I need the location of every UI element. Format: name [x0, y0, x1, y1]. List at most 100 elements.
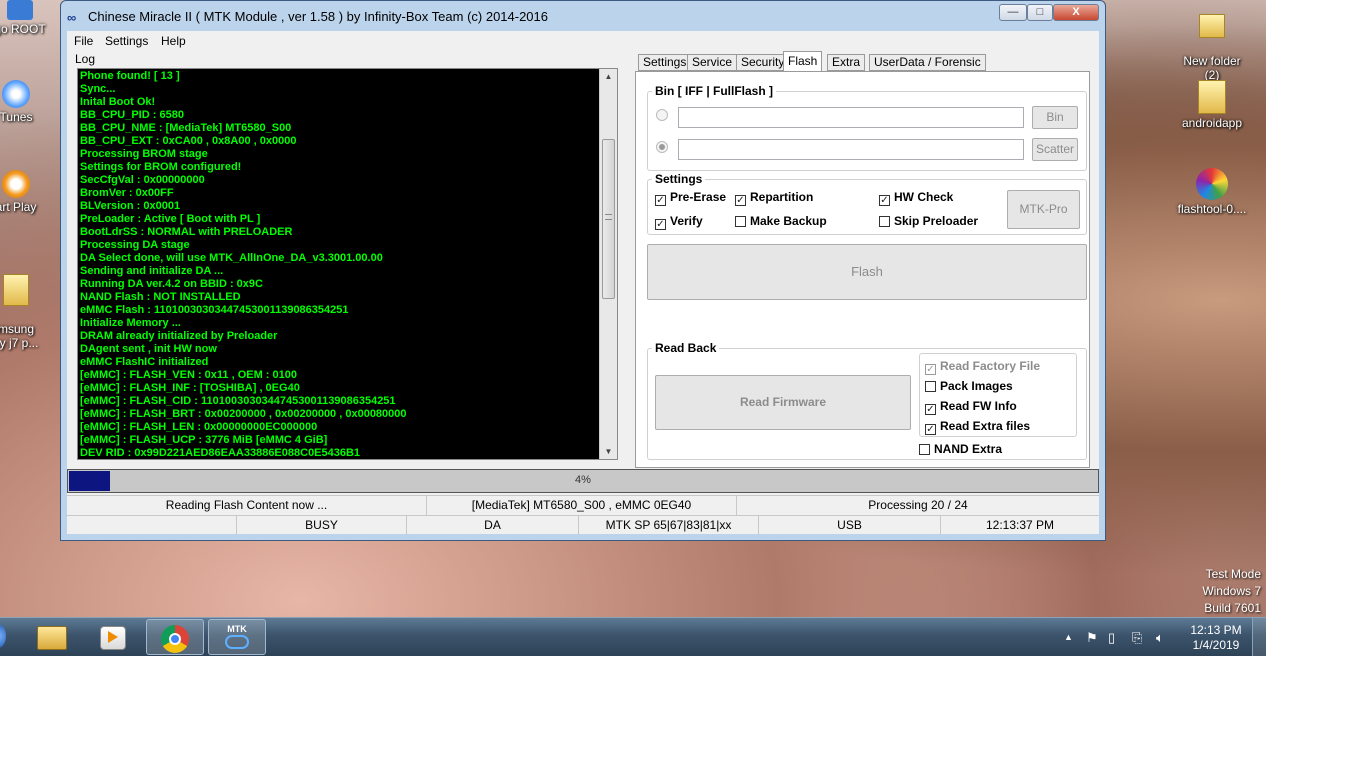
- mtk-pro-button[interactable]: MTK-Pro: [1007, 190, 1080, 229]
- clock-time: 12:13 PM: [1190, 623, 1242, 637]
- pre-erase-checkbox[interactable]: ✓ Pre-Erase: [655, 190, 726, 206]
- action-center-flag-icon[interactable]: ⚑: [1086, 630, 1098, 646]
- volume-icon[interactable]: 🔈︎: [1156, 630, 1164, 646]
- tab-settings[interactable]: Settings: [638, 54, 692, 71]
- desktop-icon-label: Tunes: [0, 110, 33, 124]
- log-panel[interactable]: Phone found! [ 13 ] Sync... Inital Boot Ok…: [77, 68, 618, 460]
- app-icon: ∞: [67, 10, 77, 25]
- desktop-icon-label: flashtool-0....: [1177, 202, 1247, 216]
- scroll-thumb[interactable]: [602, 139, 615, 299]
- status-empty: [67, 516, 237, 535]
- play-icon: [108, 631, 118, 643]
- window-client: File Settings Help Log Phone found! [ 13…: [67, 31, 1099, 535]
- menu-file[interactable]: File: [74, 34, 93, 48]
- checkbox-box: ✓: [925, 404, 936, 415]
- desktop-icon-new-folder[interactable]: New folder (2): [1172, 0, 1252, 82]
- skip-preloader-checkbox[interactable]: Skip Preloader: [879, 214, 978, 228]
- bin-radio[interactable]: [656, 109, 668, 121]
- itunes-icon: [2, 80, 30, 108]
- read-back-group: Read Back Read Firmware ✓ Read Factory Fi…: [647, 341, 1087, 460]
- hw-check-checkbox[interactable]: ✓ HW Check: [879, 190, 953, 206]
- status-processing: Processing 20 / 24: [868, 498, 968, 512]
- log-line: [eMMC] : FLASH_UCP : 3776 MiB [eMMC 4 Gi…: [80, 434, 328, 446]
- desktop-icon-goroot[interactable]: go ROOT: [0, 0, 50, 36]
- log-line: BB_CPU_EXT : 0xCA00 , 0x8A00 , 0x0000: [80, 135, 297, 147]
- desktop: go ROOT Tunes art Play msung xy j7 p... …: [0, 0, 1266, 656]
- desktop-icon-flashtool[interactable]: flashtool-0....: [1172, 168, 1252, 216]
- read-firmware-button[interactable]: Read Firmware: [655, 375, 911, 430]
- show-desktop-button[interactable]: [1252, 618, 1266, 656]
- nand-extra-checkbox[interactable]: NAND Extra: [919, 442, 1002, 456]
- desktop-icon-label: New folder (2): [1183, 54, 1241, 82]
- verify-checkbox[interactable]: ✓ Verify: [655, 214, 703, 230]
- tab-extra[interactable]: Extra: [827, 54, 866, 71]
- status-bar-primary: Reading Flash Content now ... [MediaTek]…: [67, 495, 1099, 516]
- taskbar-explorer[interactable]: [22, 619, 80, 655]
- read-factory-file-checkbox[interactable]: ✓ Read Factory File: [925, 359, 1040, 375]
- taskbar-mtk[interactable]: MTK: [208, 619, 266, 655]
- status-device: [MediaTek] MT6580_S00 , eMMC 0EG40: [427, 496, 737, 515]
- log-line: BootLdrSS : NORMAL with PRELOADER: [80, 226, 293, 238]
- tab-security[interactable]: Security: [736, 54, 790, 71]
- log-line: eMMC FlashIC initialized: [80, 356, 209, 368]
- checkbox-label: NAND Extra: [934, 442, 1003, 456]
- log-line: [eMMC] : FLASH_LEN : 0x00000000EC000000: [80, 421, 318, 433]
- log-line: NAND Flash : NOT INSTALLED: [80, 291, 241, 303]
- desktop-icon-label: art Play: [0, 200, 37, 214]
- read-extra-files-checkbox[interactable]: ✓ Read Extra files: [925, 419, 1030, 435]
- play-icon: [2, 170, 30, 198]
- menu-settings[interactable]: Settings: [105, 34, 148, 48]
- flash-button[interactable]: Flash: [647, 244, 1087, 300]
- maximize-button[interactable]: □: [1027, 4, 1053, 21]
- make-backup-checkbox[interactable]: Make Backup: [735, 214, 827, 228]
- close-button[interactable]: X: [1053, 4, 1099, 21]
- device-icon[interactable]: ▯: [1108, 630, 1115, 646]
- mtk-logo: [225, 635, 249, 649]
- log-line: BLVersion : 0x0001: [80, 200, 181, 212]
- tab-service[interactable]: Service: [687, 54, 738, 71]
- scatter-radio[interactable]: [656, 141, 668, 153]
- read-fw-info-checkbox[interactable]: ✓ Read FW Info: [925, 399, 1017, 415]
- log-line: Inital Boot Ok!: [80, 96, 156, 108]
- taskbar-media-player[interactable]: [83, 619, 141, 655]
- scatter-path-input[interactable]: [678, 139, 1024, 160]
- menu-help[interactable]: Help: [161, 34, 186, 48]
- progress-bar: 4%: [67, 469, 1099, 493]
- network-icon[interactable]: ⎘: [1132, 630, 1142, 646]
- start-button[interactable]: [0, 624, 6, 648]
- title-bar[interactable]: ∞ Chinese Miracle II ( MTK Module , ver …: [61, 1, 1105, 31]
- scroll-up-icon[interactable]: ▲: [600, 72, 617, 81]
- taskbar-chrome[interactable]: [146, 619, 204, 655]
- tray-show-hidden-icon[interactable]: ▲: [1064, 632, 1073, 642]
- settings-group-label: Settings: [652, 172, 706, 186]
- taskbar-clock[interactable]: 12:13 PM 1/4/2019: [1186, 623, 1246, 653]
- folder-icon: [1199, 14, 1225, 38]
- bin-path-input[interactable]: [678, 107, 1024, 128]
- log-line: Initialize Memory ...: [80, 317, 181, 329]
- pack-images-checkbox[interactable]: Pack Images: [925, 379, 1013, 393]
- status-connection: USB: [759, 516, 941, 535]
- log-line: Sync...: [80, 83, 116, 95]
- log-line: eMMC Flash : 110100303034474530011390863…: [80, 304, 349, 316]
- scroll-down-icon[interactable]: ▼: [600, 447, 617, 456]
- tab-flash[interactable]: Flash: [783, 51, 823, 72]
- watermark-line: Build 7601: [1204, 601, 1261, 615]
- desktop-icon-smartplay[interactable]: art Play: [0, 170, 46, 214]
- log-line: DEV RID : 0x99D221AED86EAA33886E088C0E54…: [80, 447, 361, 459]
- desktop-icon-androidapp[interactable]: androidapp: [1172, 80, 1252, 130]
- bin-button[interactable]: Bin: [1032, 106, 1078, 129]
- log-line: Settings for BROM configured!: [80, 161, 242, 173]
- minimize-button[interactable]: —: [999, 4, 1027, 21]
- checkbox-label: Verify: [670, 214, 703, 228]
- grip-icon: [605, 214, 612, 220]
- desktop-icon-samsung[interactable]: msung xy j7 p...: [0, 260, 46, 350]
- scatter-button[interactable]: Scatter: [1032, 138, 1078, 161]
- tab-userdata-forensic[interactable]: UserData / Forensic: [869, 54, 986, 71]
- log-scrollbar[interactable]: ▲ ▼: [599, 69, 617, 459]
- checkbox-box: [925, 381, 936, 392]
- log-line: Sending and initialize DA ...: [80, 265, 224, 277]
- desktop-icon-itunes[interactable]: Tunes: [0, 80, 46, 124]
- log-line: DRAM already initialized by Preloader: [80, 330, 278, 342]
- repartition-checkbox[interactable]: ✓ Repartition: [735, 190, 813, 206]
- bin-group: Bin [ IFF | FullFlash ] Bin Scatter: [647, 84, 1087, 171]
